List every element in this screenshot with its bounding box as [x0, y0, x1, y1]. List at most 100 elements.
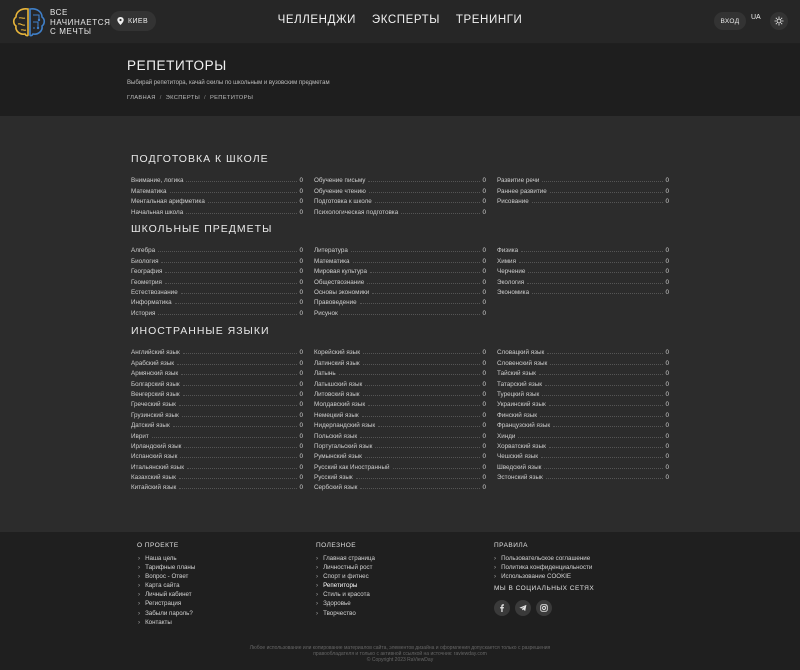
subject-item[interactable]: Английский язык 0 [131, 346, 303, 356]
footer-link[interactable]: Регистрация [138, 599, 195, 608]
subject-item[interactable]: Хорватский язык 0 [497, 440, 669, 450]
subject-item[interactable]: Португальский язык 0 [314, 440, 486, 450]
footer-link[interactable]: Вопрос - Ответ [138, 572, 195, 581]
subject-item[interactable]: Правоведение 0 [314, 296, 486, 306]
subject-item[interactable]: Психологическая подготовка 0 [314, 205, 486, 216]
subject-item[interactable]: Итальянский язык 0 [131, 460, 303, 471]
subject-item[interactable]: Немецкий язык 0 [314, 408, 486, 419]
subject-item[interactable]: Химия 0 [497, 254, 669, 265]
footer-link[interactable]: Личностный рост [316, 563, 375, 572]
subject-item[interactable]: Русский язык 0 [314, 471, 486, 481]
subject-item[interactable]: Начальная школа 0 [131, 205, 303, 216]
subject-item[interactable]: Греческий язык 0 [131, 398, 303, 408]
breadcrumb-home[interactable]: ГЛАВНАЯ [127, 95, 156, 101]
subject-item[interactable]: Экономика 0 [497, 286, 669, 296]
subject-item[interactable]: Корейский язык 0 [314, 346, 486, 356]
subject-item[interactable]: Венгерский язык 0 [131, 388, 303, 398]
footer-link[interactable]: Забыли пароль? [138, 609, 195, 618]
subject-item[interactable]: Обществознание 0 [314, 275, 486, 286]
subject-item[interactable]: Иврит 0 [131, 429, 303, 440]
subject-item[interactable]: Татарский язык 0 [497, 377, 669, 388]
subject-item[interactable]: Румынский язык 0 [314, 450, 486, 460]
subject-item[interactable]: Тайский язык 0 [497, 367, 669, 377]
subject-item[interactable]: Ирландский язык 0 [131, 440, 303, 450]
subject-item[interactable]: Словенский язык 0 [497, 356, 669, 367]
subject-item[interactable]: Испанский язык 0 [131, 450, 303, 460]
subject-item[interactable]: Латинский язык 0 [314, 356, 486, 367]
subject-item[interactable]: Экология 0 [497, 275, 669, 286]
telegram-link[interactable] [515, 600, 531, 616]
subject-item[interactable]: Латынь 0 [314, 367, 486, 377]
footer-link[interactable]: Карта сайта [138, 581, 195, 590]
subject-item[interactable]: Сербский язык 0 [314, 481, 486, 491]
subject-item[interactable]: Черчение 0 [497, 265, 669, 275]
subject-item[interactable]: Подготовка к школе 0 [314, 195, 486, 205]
nav-trainings[interactable]: ТРЕНИНГИ [456, 14, 523, 26]
theme-toggle[interactable] [770, 12, 788, 30]
subject-item[interactable]: Чешский язык 0 [497, 450, 669, 460]
subject-item[interactable]: Латышский язык 0 [314, 377, 486, 388]
facebook-link[interactable] [494, 600, 510, 616]
subject-item[interactable]: Словацкий язык 0 [497, 346, 669, 356]
footer-link[interactable]: Контакты [138, 618, 195, 627]
subject-item[interactable]: Арабский язык 0 [131, 356, 303, 367]
footer-link[interactable]: Здоровье [316, 599, 375, 608]
subject-item[interactable]: Украинский язык 0 [497, 398, 669, 408]
subject-item[interactable]: Грузинский язык 0 [131, 408, 303, 419]
subject-item[interactable]: Эстонский язык 0 [497, 471, 669, 481]
subject-item[interactable]: Мировая культура 0 [314, 265, 486, 275]
language-switch[interactable]: UA [751, 14, 761, 21]
subject-item[interactable]: Ментальная арифметика 0 [131, 195, 303, 205]
subject-item[interactable]: Молдавский язык 0 [314, 398, 486, 408]
footer-link[interactable]: Главная страница [316, 554, 375, 563]
subject-item[interactable]: Русский как Иностранный 0 [314, 460, 486, 471]
footer-link[interactable]: Пользовательское соглашение [494, 554, 592, 563]
subject-item[interactable]: Французский язык 0 [497, 419, 669, 429]
footer-link[interactable]: Тарифные планы [138, 563, 195, 572]
subject-item[interactable]: Литовский язык 0 [314, 388, 486, 398]
subject-item[interactable]: Армянский язык 0 [131, 367, 303, 377]
footer-link[interactable]: Личный кабинет [138, 590, 195, 599]
subject-item[interactable]: Информатика 0 [131, 296, 303, 306]
subject-item[interactable]: Китайский язык 0 [131, 481, 303, 491]
footer-link[interactable]: Стиль и красота [316, 590, 375, 599]
subject-item[interactable]: Внимание, логика 0 [131, 174, 303, 184]
footer-link[interactable]: Творчество [316, 609, 375, 618]
subject-item[interactable]: Болгарский язык 0 [131, 377, 303, 388]
subject-item[interactable]: Рисование 0 [497, 195, 669, 205]
subject-item[interactable]: Датский язык 0 [131, 419, 303, 429]
subject-item[interactable]: Нидерландский язык 0 [314, 419, 486, 429]
subject-item[interactable]: Основы экономики 0 [314, 286, 486, 296]
footer-link[interactable]: Спорт и фитнес [316, 572, 375, 581]
breadcrumb-experts[interactable]: ЭКСПЕРТЫ [166, 95, 200, 101]
subject-item[interactable]: Математика 0 [314, 254, 486, 265]
subject-item[interactable]: Естествознание 0 [131, 286, 303, 296]
footer-link[interactable]: Наша цель [138, 554, 195, 563]
subject-item[interactable]: Рисунок 0 [314, 306, 486, 317]
subject-item[interactable]: Физика 0 [497, 244, 669, 254]
footer-link[interactable]: Репетиторы [316, 581, 375, 590]
login-button[interactable]: ВХОД [714, 12, 746, 30]
subject-item[interactable]: География 0 [131, 265, 303, 275]
subject-item[interactable]: Казахский язык 0 [131, 471, 303, 481]
subject-item[interactable]: Раннее развитие 0 [497, 184, 669, 195]
subject-item[interactable]: Литература 0 [314, 244, 486, 254]
subject-item[interactable]: Обучение письму 0 [314, 174, 486, 184]
subject-item[interactable]: История 0 [131, 306, 303, 317]
subject-item[interactable]: Геометрия 0 [131, 275, 303, 286]
subject-item[interactable]: Турецкий язык 0 [497, 388, 669, 398]
nav-experts[interactable]: ЭКСПЕРТЫ [372, 14, 440, 26]
footer-link[interactable]: Политика конфиденциальности [494, 563, 592, 572]
subject-item[interactable]: Развитие речи 0 [497, 174, 669, 184]
subject-item[interactable]: Математика 0 [131, 184, 303, 195]
instagram-link[interactable] [536, 600, 552, 616]
subject-item[interactable]: Финский язык 0 [497, 408, 669, 419]
subject-item[interactable]: Польский язык 0 [314, 429, 486, 440]
nav-challenges[interactable]: ЧЕЛЛЕНДЖИ [278, 14, 356, 26]
subject-item[interactable]: Хинди 0 [497, 429, 669, 440]
subject-item[interactable]: Обучение чтению 0 [314, 184, 486, 195]
footer-link[interactable]: Использование COOKIE [494, 572, 592, 581]
subject-item[interactable]: Биология 0 [131, 254, 303, 265]
subject-item[interactable]: Алгебра 0 [131, 244, 303, 254]
subject-item[interactable]: Шведский язык 0 [497, 460, 669, 471]
